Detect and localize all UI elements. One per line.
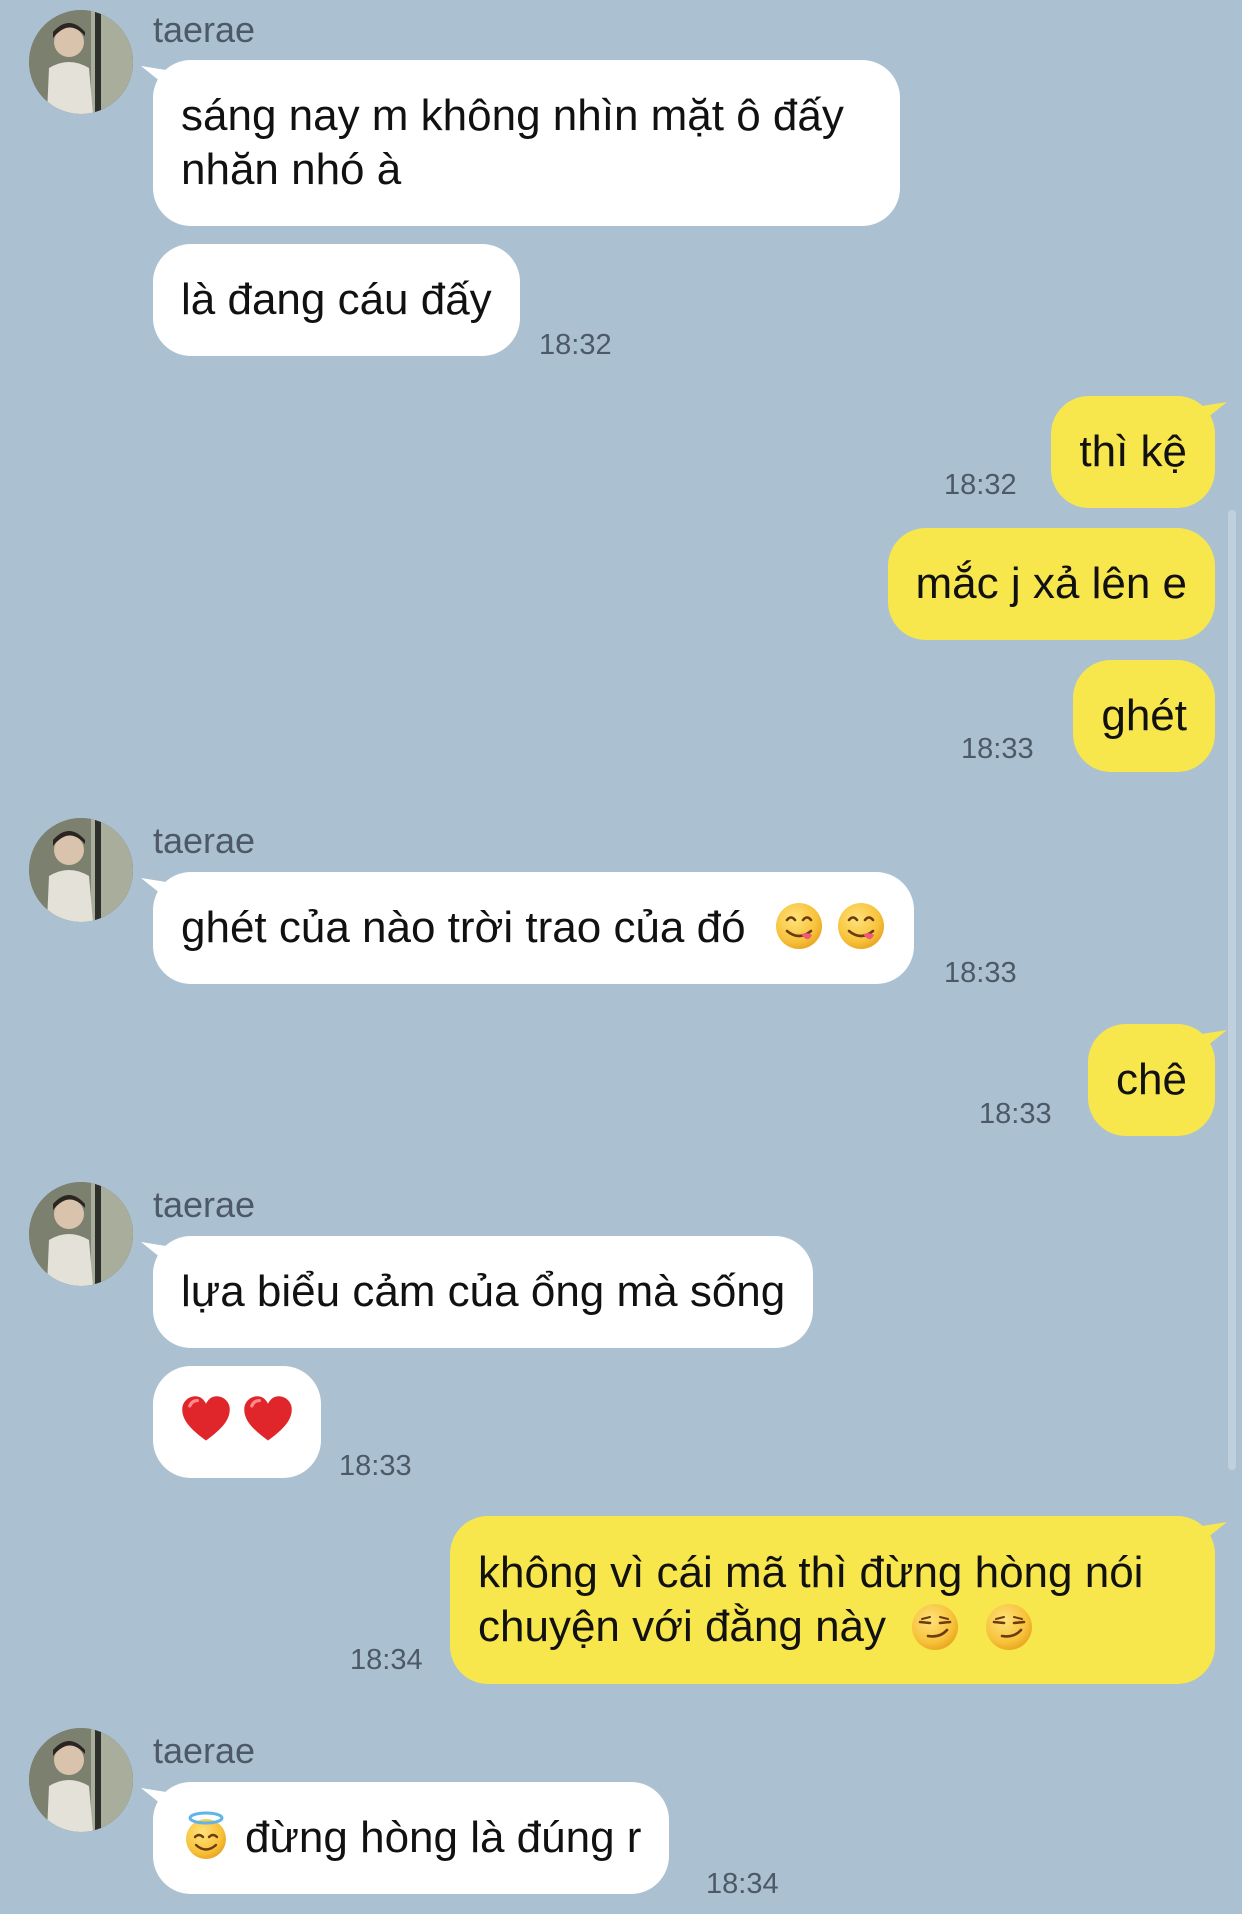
message-text: sáng nay m không nhìn mặt ô đấy nhăn nhó… (181, 91, 844, 194)
message-timestamp: 18:32 (944, 469, 1017, 501)
avatar-photo-icon (29, 10, 133, 114)
red-heart-icon (182, 1396, 230, 1441)
message-text: lựa biểu cảm của ổng mà sống (181, 1267, 786, 1316)
avatar-photo-icon (29, 818, 133, 922)
incoming-message-bubble[interactable]: sáng nay m không nhìn mặt ô đấy nhăn nhó… (153, 60, 900, 226)
message-text: đừng hòng là đúng r (245, 1813, 642, 1862)
outgoing-message-bubble[interactable]: mắc j xả lên e (887, 528, 1215, 640)
smiling-face-with-halo-icon (186, 1811, 226, 1859)
contact-avatar[interactable] (29, 10, 133, 114)
message-timestamp: 18:32 (539, 329, 612, 361)
face-savoring-food-icon (775, 903, 822, 949)
message-timestamp: 18:33 (944, 957, 1017, 989)
message-text: thì kệ (1079, 427, 1187, 476)
message-timestamp: 18:33 (961, 733, 1034, 765)
outgoing-message-bubble[interactable]: chê (1088, 1024, 1215, 1136)
face-savoring-food-icon (837, 903, 884, 949)
incoming-message-bubble[interactable]: là đang cáu đấy (153, 244, 520, 356)
red-heart-icon (244, 1396, 292, 1441)
message-text: chê (1116, 1055, 1187, 1104)
contact-avatar[interactable] (29, 1182, 133, 1286)
contact-avatar[interactable] (29, 1728, 133, 1832)
contact-avatar[interactable] (29, 818, 133, 922)
sender-name: taerae (153, 1730, 256, 1771)
smirking-face-icon (986, 1604, 1033, 1651)
outgoing-message-bubble[interactable]: ghét (1073, 660, 1215, 772)
outgoing-message-bubble[interactable]: không vì cái mã thì đừng hòng nói chuyện… (450, 1516, 1215, 1684)
message-timestamp: 18:34 (706, 1868, 779, 1900)
incoming-message-bubble[interactable]: ghét của nào trời trao của đó (153, 872, 914, 984)
sender-name: taerae (153, 1184, 256, 1225)
sender-name: taerae (153, 820, 256, 861)
message-text: mắc j xả lên e (915, 559, 1187, 608)
incoming-message-bubble[interactable]: đừng hòng là đúng r (153, 1782, 670, 1894)
incoming-message-bubble[interactable]: lựa biểu cảm của ổng mà sống (153, 1236, 814, 1348)
message-text: ghét (1101, 691, 1187, 740)
message-timestamp: 18:33 (339, 1450, 412, 1482)
avatar-photo-icon (29, 1182, 133, 1286)
message-text: ghét của nào trời trao của đó (181, 903, 746, 952)
message-timestamp: 18:33 (979, 1098, 1052, 1130)
smirking-face-icon (912, 1604, 959, 1651)
sender-name: taerae (153, 9, 256, 50)
message-text: là đang cáu đấy (181, 275, 492, 324)
avatar-photo-icon (29, 1728, 133, 1832)
incoming-message-bubble[interactable] (153, 1366, 321, 1478)
scrollbar[interactable] (1228, 510, 1236, 1470)
outgoing-message-bubble[interactable]: thì kệ (1051, 396, 1215, 508)
message-text: không vì cái mã thì đừng hòng nói chuyện… (478, 1547, 1144, 1651)
message-timestamp: 18:34 (350, 1644, 423, 1676)
